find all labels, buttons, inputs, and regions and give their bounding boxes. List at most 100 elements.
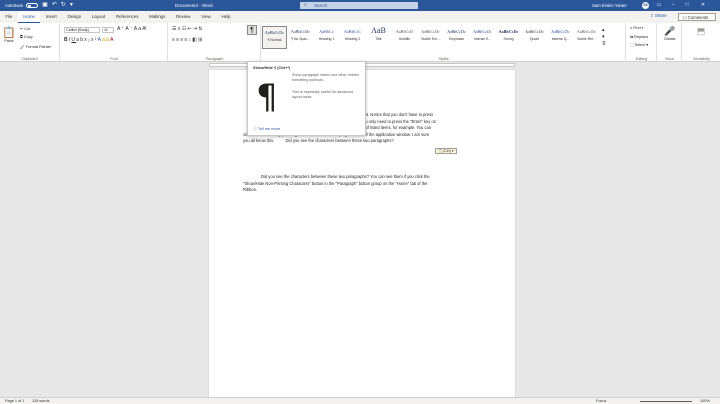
style-subtle-reference[interactable]: AaBbCcDc Subtle Ref... [574,26,599,49]
comments-label: Comments [687,15,709,20]
pilcrow-icon: ¶ [256,77,278,117]
paste-icon: 📋 [2,27,16,39]
style-name: Strong [503,37,514,41]
paste-options-button[interactable]: 📋(Ctrl) ▾ [435,148,457,154]
change-case-icon[interactable]: Aa [134,26,143,32]
style-subtle-emphasis[interactable]: AaBbCcDc Subtle Em... [418,26,443,49]
ribbon: 📋 Paste ✂ Cut ⧉ Copy 🖌 Format Painter Cl… [0,23,720,62]
style-name: Subtitle [398,37,411,41]
tab-mailings[interactable]: Mailings [144,11,171,23]
paste-button[interactable]: 📋 Paste [2,26,16,43]
style-quote[interactable]: AaBbCcDc Quote [522,26,547,49]
more-styles-icon[interactable]: ⊽ [602,41,606,47]
font-group-label: Font [110,57,118,61]
sensitivity-button[interactable]: ⬒ [691,26,711,37]
tooltip-title: Show/Hide ¶ (Ctrl+*) [253,65,291,70]
focus-button[interactable]: Focus [596,398,606,404]
select-icon: ⬚ [630,43,634,47]
clear-formatting-icon[interactable]: A̸ [142,26,147,32]
user-name[interactable]: Sam Ervinn Yanter [592,3,627,8]
borders-icon[interactable]: ⊞ [198,37,203,43]
font-tools-row-2: BIUabx₂x²AabA [64,37,115,43]
sensitivity-group: ⬒ Sensitivity [683,23,720,62]
paste-options-label: (Ctrl) ▾ [442,149,454,153]
para2-line3: Ribbon. [243,187,258,192]
highlight-icon[interactable]: ab [102,37,110,43]
style-name: Subtle Ref... [577,37,596,41]
subscript-icon[interactable]: x₂ [84,37,91,43]
tab-help[interactable]: Help [216,11,236,23]
comments-button[interactable]: ☐ Comments [678,13,716,21]
superscript-icon[interactable]: x² [91,37,98,43]
replace-button[interactable]: ⇆ Replace [630,34,648,39]
style-heading-1[interactable]: AaBbCc Heading 1 [314,26,339,49]
page-count[interactable]: Page 1 of 1 [5,398,24,404]
style-sample: AaBbCcDc [576,29,597,34]
style-strong[interactable]: AaBbCcDc Strong [496,26,521,49]
tab-file[interactable]: File [0,11,18,23]
redo-icon[interactable]: ↻ [61,0,66,11]
cut-button[interactable]: ✂ Cut [20,26,30,31]
style-sample: AaBbCcC [343,29,362,34]
dictate-label: Dictate [664,37,676,41]
status-bar: Page 1 of 1 128 words Focus 100% [0,397,720,404]
style-intense-quote[interactable]: AaBbCcDc Intense Q... [548,26,573,49]
sort-icon[interactable]: ⇅ [198,26,203,32]
select-label: Select [634,43,646,47]
copy-button[interactable]: ⧉ Copy [20,35,33,39]
style-title[interactable]: AaB Title [366,26,391,49]
tab-home[interactable]: Home [17,11,41,23]
word-count[interactable]: 128 words [32,398,50,404]
tab-view[interactable]: View [196,11,216,23]
ribbon-display-options-icon[interactable]: ▭ [652,0,666,11]
tell-me-more-link[interactable]: ⓘ Tell me more [253,126,280,132]
tab-layout[interactable]: Layout [87,11,111,23]
search-box[interactable]: ⌕ Search [300,2,418,9]
zoom-slider[interactable] [640,401,692,402]
avatar[interactable]: SE [642,2,649,9]
strikethrough-icon[interactable]: ab [76,37,84,43]
share-label: Share [654,13,667,18]
font-name-combo[interactable]: Calibri (Body) [64,27,100,33]
style-name: Intense Q... [551,37,570,41]
minimize-icon[interactable]: – [666,0,680,11]
chevron-down-icon[interactable]: ▾ [602,34,605,40]
autosave-toggle[interactable] [26,3,39,8]
paragraph-tools-row-2: ≡≡≡≡↕◧⊞ [172,37,204,43]
styles-group: AaBbCcDc ¶ Normal AaBbCcDc ¶ No Spac... Aa… [262,23,626,62]
share-button[interactable]: ⇪ Share [650,13,667,19]
find-button[interactable]: ⌕ Find ▾ [630,26,643,30]
tab-references[interactable]: References [111,11,144,23]
tab-insert[interactable]: Insert [40,11,62,23]
style-normal[interactable]: AaBbCcDc ¶ Normal [262,26,287,49]
shrink-font-icon[interactable]: A⁻ [125,26,133,32]
style-no-spacing[interactable]: AaBbCcDc ¶ No Spac... [288,26,313,49]
font-size-combo[interactable]: 11 [102,27,114,33]
undo-icon[interactable]: ↶ [52,0,57,11]
font-color-icon[interactable]: A [110,37,115,43]
tab-review[interactable]: Review [171,11,196,23]
format-painter-button[interactable]: 🖌 Format Painter [20,44,51,49]
chevron-up-icon[interactable]: ▴ [602,27,605,33]
zoom-level[interactable]: 100% [700,398,710,404]
maximize-icon[interactable]: □ [680,0,694,11]
style-heading-2[interactable]: AaBbCcC Heading 2 [340,26,365,49]
title-bar: AutoSave ▣ ↶ ↻ ▾ Document4 - Word ⌕ Sear… [0,0,720,11]
style-subtitle[interactable]: AaBbCcD Subtitle [392,26,417,49]
replace-label: Replace [634,35,649,39]
styles-scroll-buttons[interactable]: ▴ ▾ ⊽ [602,27,606,48]
customize-quick-access-icon[interactable]: ▾ [70,0,73,11]
close-icon[interactable]: ✕ [696,0,710,11]
tab-design[interactable]: Design [62,11,86,23]
select-button[interactable]: ⬚ Select ▾ [630,42,648,47]
style-emphasis[interactable]: AaBbCcDc Emphasis [444,26,469,49]
save-icon[interactable]: ▣ [42,0,48,11]
style-sample: AaBbCc [319,29,334,34]
paste-label: Paste [4,39,14,43]
dictate-button[interactable]: 🎤 Dictate [660,26,680,41]
show-hide-icon[interactable]: ¶ [247,25,257,35]
editing-group: ⌕ Find ▾ ⇆ Replace ⬚ Select ▾ Editing [627,23,657,62]
copy-icon: ⧉ [20,35,23,39]
style-intense-emphasis[interactable]: AaBbCcDc Intense E... [470,26,495,49]
tell-me-more-label: Tell me more [257,126,281,131]
